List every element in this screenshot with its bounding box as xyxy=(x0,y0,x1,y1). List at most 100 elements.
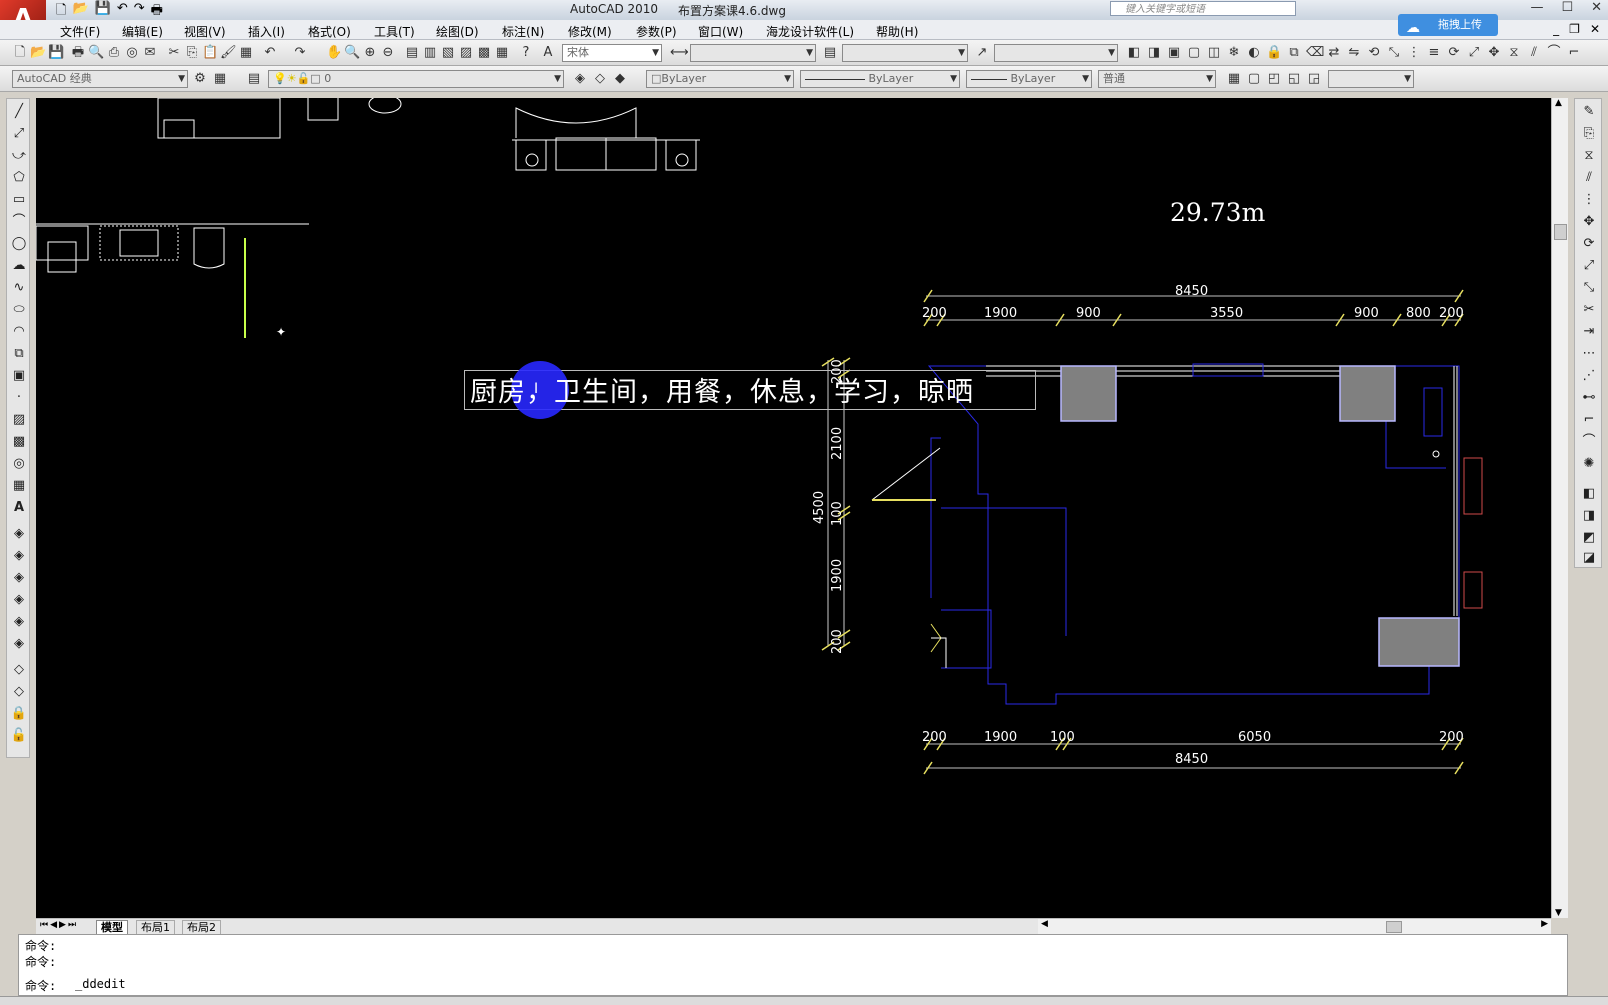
rotate-icon[interactable]: ⟳ xyxy=(1446,45,1462,61)
scroll-down-icon[interactable]: ▼ xyxy=(1555,908,1562,918)
ellipse-arc-icon[interactable]: ◠ xyxy=(10,323,28,341)
offset-icon[interactable]: ⫽ xyxy=(1526,45,1542,61)
fillet-object-icon[interactable]: ⌒ xyxy=(1580,433,1598,451)
text-style-select[interactable]: 宋体 ▼ xyxy=(562,44,662,62)
align-icon[interactable]: ≡ xyxy=(1426,45,1442,61)
etransmit-icon[interactable]: ✉ xyxy=(142,45,158,61)
cut-icon[interactable]: ✂ xyxy=(166,45,182,61)
doc-restore-icon[interactable]: ❐ xyxy=(1569,22,1580,36)
open-icon[interactable]: 📂 xyxy=(30,45,46,61)
dim-bottom-4[interactable]: 200 xyxy=(1439,730,1464,745)
array-icon[interactable]: ⋮ xyxy=(1406,45,1422,61)
layer-state-icon[interactable]: ◨ xyxy=(1146,45,1162,61)
polyline-icon[interactable]: ⤻ xyxy=(10,147,28,165)
spline-icon[interactable]: ∿ xyxy=(10,279,28,297)
plot-icon[interactable]: 🖶 xyxy=(70,45,86,61)
array-object-icon[interactable]: ⋮ xyxy=(1580,191,1598,209)
menu-view[interactable]: 视图(V) xyxy=(184,23,226,40)
doc-close-icon[interactable]: ✕ xyxy=(1590,22,1600,36)
vertical-scrollbar[interactable]: ▲ ▼ xyxy=(1551,98,1568,918)
publish-icon[interactable]: ⎙ xyxy=(106,45,122,61)
fillet-icon[interactable]: ⌒ xyxy=(1546,45,1562,61)
command-window[interactable]: 命令: 命令: 命令: _ddedit xyxy=(18,934,1568,996)
move-object-icon[interactable]: ✥ xyxy=(1580,213,1598,231)
save-icon[interactable]: 💾 xyxy=(48,45,64,61)
menu-dimension[interactable]: 标注(N) xyxy=(502,23,544,40)
menu-hailong[interactable]: 海龙设计软件(L) xyxy=(766,23,854,40)
draw-order-icon[interactable]: ◧ xyxy=(1126,45,1142,61)
pan-icon[interactable]: ✋ xyxy=(326,45,342,61)
layer-tool-5-icon[interactable]: ◈ xyxy=(10,613,28,631)
menu-modify[interactable]: 修改(M) xyxy=(568,23,612,40)
table-style-select[interactable]: ▼ xyxy=(842,44,968,62)
vertical-scroll-thumb[interactable] xyxy=(1554,224,1567,240)
layer-match-icon[interactable]: ⇋ xyxy=(1346,45,1362,61)
scale-icon[interactable]: ⤢ xyxy=(1466,45,1482,61)
color-select[interactable]: □ByLayer ▼ xyxy=(646,70,794,88)
menu-tools[interactable]: 工具(T) xyxy=(374,23,415,40)
dim-style-select[interactable]: ▼ xyxy=(690,44,816,62)
minimize-icon[interactable]: — xyxy=(1530,0,1543,15)
dim-top-total[interactable]: 8450 xyxy=(1175,284,1208,299)
dim-left-4[interactable]: 200 xyxy=(830,629,845,654)
make-block-icon[interactable]: ▣ xyxy=(10,367,28,385)
plot-style-select[interactable]: 普通 ▼ xyxy=(1098,70,1216,88)
zoom-window-icon[interactable]: ⊕ xyxy=(362,45,378,61)
block-editor-icon[interactable]: ▦ xyxy=(238,45,254,61)
scale-object-icon[interactable]: ⤢ xyxy=(1580,257,1598,275)
line-icon[interactable]: ╱ xyxy=(10,103,28,121)
multileader-style-icon[interactable]: ↗ xyxy=(974,45,990,61)
layer-tool-2-icon[interactable]: ◈ xyxy=(10,547,28,565)
dim-bottom-2[interactable]: 100 xyxy=(1050,730,1075,745)
sheet-set-icon[interactable]: ▨ xyxy=(458,45,474,61)
scroll-right-icon[interactable]: ▶ xyxy=(1541,919,1548,929)
dim-left-total[interactable]: 4500 xyxy=(812,491,827,524)
mirror-icon[interactable]: ⧖ xyxy=(1506,45,1522,61)
layer-translate-icon[interactable]: ⇄ xyxy=(1326,45,1342,61)
stretch-icon[interactable]: ⤡ xyxy=(1386,45,1402,61)
dim-left-1[interactable]: 2100 xyxy=(830,427,845,460)
tab-nav-icons[interactable]: ⏮◀▶⏭ xyxy=(40,920,78,930)
dim-top-4[interactable]: 900 xyxy=(1354,306,1379,321)
menu-insert[interactable]: 插入(I) xyxy=(248,23,285,40)
layer-lock-icon[interactable]: 🔒 xyxy=(1266,45,1282,61)
dim-style-icon[interactable]: ⟷ xyxy=(670,45,689,61)
erase-icon[interactable]: ✎ xyxy=(1580,103,1598,121)
insert-block-icon[interactable]: ⧉ xyxy=(10,345,28,363)
menu-file[interactable]: 文件(F) xyxy=(60,23,100,40)
layer-delete-icon[interactable]: ⌫ xyxy=(1306,45,1324,61)
save-layer-icon[interactable]: ▣ xyxy=(1166,45,1182,61)
menu-parametric[interactable]: 参数(P) xyxy=(636,23,677,40)
dim-top-0[interactable]: 200 xyxy=(922,306,947,321)
draw-order-back-icon[interactable]: ◨ xyxy=(1580,507,1598,525)
upload-button[interactable]: ☁ 拖拽上传 xyxy=(1398,14,1498,36)
draw-order-under-icon[interactable]: ◪ xyxy=(1580,549,1598,567)
mtext-content[interactable]: 厨房，卫生间，用餐，休息，学习，晾晒 xyxy=(470,370,974,409)
horizontal-scrollbar[interactable]: ◀ ▶ xyxy=(1038,918,1551,934)
zoom-previous-icon[interactable]: ⊖ xyxy=(380,45,396,61)
chamfer-object-icon[interactable]: ⌐ xyxy=(1580,411,1598,429)
tab-layout1[interactable]: 布局1 xyxy=(136,920,175,935)
drawing-canvas[interactable]: ✦ 29.73m 8450 200 1900 900 3550 900 800 … xyxy=(36,98,1551,918)
scroll-left-icon[interactable]: ◀ xyxy=(1041,919,1048,929)
table-style-icon[interactable]: ▤ xyxy=(822,45,838,61)
explode-icon[interactable]: ✺ xyxy=(1580,455,1598,473)
point-icon[interactable]: · xyxy=(10,389,28,407)
circle-icon[interactable]: ◯ xyxy=(10,235,28,253)
copy-object-icon[interactable]: ⎘ xyxy=(1580,125,1598,143)
construction-line-icon[interactable]: ⤢ xyxy=(10,125,28,143)
horizontal-scroll-thumb[interactable] xyxy=(1386,921,1402,933)
hatch-icon[interactable]: ▨ xyxy=(10,411,28,429)
text-style-icon[interactable]: A xyxy=(540,45,556,61)
command-input[interactable]: _ddedit xyxy=(75,977,126,991)
layer-freeze-icon[interactable]: ❄ xyxy=(1226,45,1242,61)
menu-help[interactable]: 帮助(H) xyxy=(876,23,918,40)
dim-bottom-0[interactable]: 200 xyxy=(922,730,947,745)
menu-format[interactable]: 格式(O) xyxy=(308,23,351,40)
make-current-layer-icon[interactable]: ◈ xyxy=(572,71,588,87)
menu-draw[interactable]: 绘图(D) xyxy=(436,23,479,40)
dim-left-3[interactable]: 1900 xyxy=(830,559,845,592)
region-icon[interactable]: ◎ xyxy=(10,455,28,473)
rectangle-icon[interactable]: ▭ xyxy=(10,191,28,209)
redo-icon[interactable]: ↷ xyxy=(292,45,308,61)
